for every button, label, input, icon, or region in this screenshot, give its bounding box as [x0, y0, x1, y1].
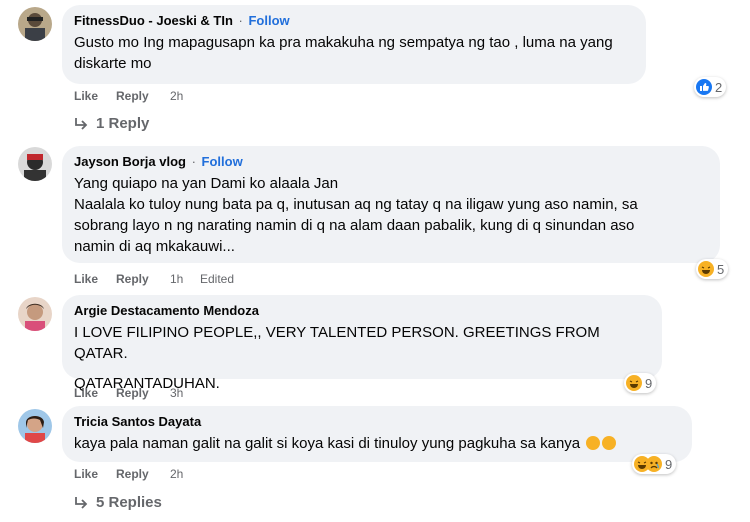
follow-button[interactable]: Follow: [248, 13, 289, 28]
comment-timestamp[interactable]: 2h: [170, 466, 183, 482]
like-button[interactable]: Like: [74, 385, 98, 401]
comment-timestamp[interactable]: 3h: [170, 385, 183, 401]
comment-bubble: Jayson Borja vlog · Follow Yang quiapo n…: [62, 146, 720, 263]
avatar[interactable]: [18, 297, 52, 331]
comment-author[interactable]: Tricia Santos Dayata: [74, 414, 201, 429]
reaction-count[interactable]: 9: [624, 373, 657, 393]
like-reaction-icon: [696, 79, 712, 95]
avatar[interactable]: [18, 7, 52, 41]
like-button[interactable]: Like: [74, 88, 98, 104]
reply-arrow-icon: [75, 496, 88, 509]
reaction-count[interactable]: 2: [694, 77, 727, 97]
reply-button[interactable]: Reply: [116, 88, 149, 104]
comment-text: I LOVE FILIPINO PEOPLE,, VERY TALENTED P…: [74, 324, 600, 392]
edited-label: Edited: [200, 272, 235, 286]
comment-timestamp[interactable]: 1h: [170, 271, 183, 287]
reply-button[interactable]: Reply: [116, 466, 149, 482]
haha-reaction-icon: [698, 261, 714, 277]
like-button[interactable]: Like: [74, 466, 98, 482]
cry-laugh-emoji-icon: [586, 436, 601, 450]
comment-author[interactable]: FitnessDuo - Joeski & TIn: [74, 13, 233, 28]
reply-arrow-icon: [75, 117, 88, 130]
view-replies-link[interactable]: 1 Reply: [74, 115, 149, 132]
reaction-count[interactable]: 9: [632, 454, 677, 474]
reply-button[interactable]: Reply: [116, 271, 149, 287]
haha-reaction-icon: [626, 375, 642, 391]
avatar[interactable]: [18, 409, 52, 443]
comment-bubble: Argie Destacamento Mendoza I LOVE FILIPI…: [62, 295, 662, 392]
comment-text: kaya pala naman galit na galit si koya k…: [74, 433, 680, 454]
cry-laugh-emoji-icon: [602, 436, 617, 450]
comment-text: Gusto mo Ing mapagusapn ka pra makakuha …: [74, 34, 613, 72]
avatar[interactable]: [18, 147, 52, 181]
reply-button[interactable]: Reply: [116, 385, 149, 401]
follow-button[interactable]: Follow: [202, 154, 243, 169]
haha-reaction-icon: [634, 456, 650, 472]
view-replies-link[interactable]: 5 Replies: [74, 494, 162, 511]
comment-bubble: Tricia Santos Dayata kaya pala naman gal…: [62, 406, 692, 462]
comment-text: Yang quiapo na yan Dami ko alaala Jan Na…: [74, 175, 638, 255]
comment-author[interactable]: Jayson Borja vlog: [74, 154, 186, 169]
comment-timestamp[interactable]: 2h: [170, 88, 183, 104]
comment-author[interactable]: Argie Destacamento Mendoza: [74, 303, 259, 318]
like-button[interactable]: Like: [74, 271, 98, 287]
reaction-count[interactable]: 5: [696, 259, 729, 279]
comment-bubble: FitnessDuo - Joeski & TIn · Follow Gusto…: [62, 5, 646, 84]
